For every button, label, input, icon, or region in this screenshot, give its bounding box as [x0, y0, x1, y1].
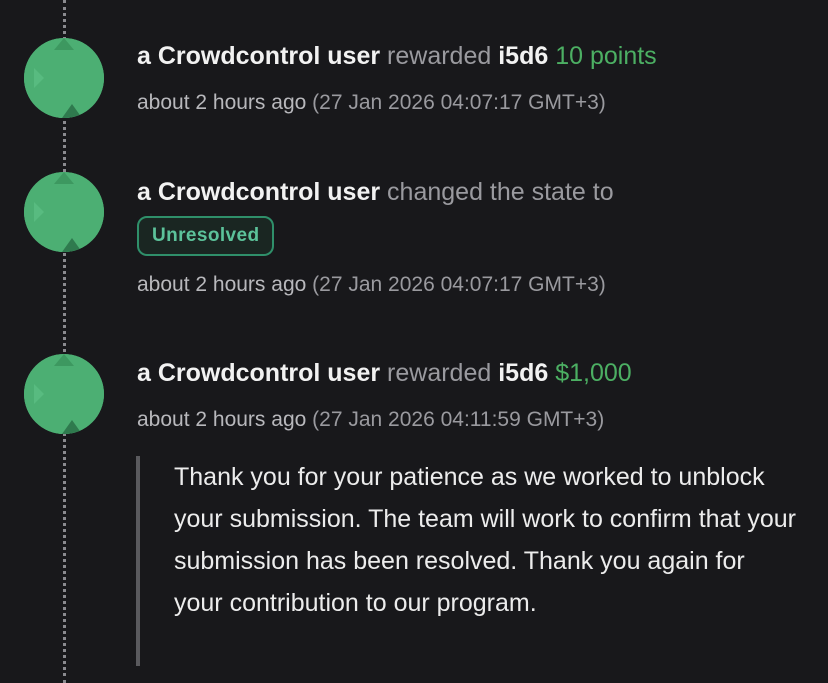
user-avatar[interactable] — [24, 38, 104, 118]
timestamp-absolute: (27 Jan 2026 04:07:17 GMT+3) — [312, 91, 606, 114]
reward-comment: Thank you for your patience as we worked… — [136, 456, 796, 666]
action-text: rewarded — [387, 359, 492, 387]
timestamp-relative: about 2 hours ago — [137, 273, 307, 296]
avatar-geometric-icon — [24, 38, 104, 118]
timestamp-relative: about 2 hours ago — [137, 91, 307, 114]
timestamp-absolute: (27 Jan 2026 04:11:59 GMT+3) — [312, 408, 605, 431]
user-avatar[interactable] — [24, 172, 104, 252]
action-text: changed the state to — [387, 178, 614, 206]
target-name[interactable]: i5d6 — [498, 359, 548, 387]
reward-amount: 10 points — [555, 42, 657, 70]
actor-name[interactable]: a Crowdcontrol user — [137, 178, 380, 206]
avatar-geometric-icon — [24, 354, 104, 434]
avatar-geometric-icon — [24, 172, 104, 252]
actor-name[interactable]: a Crowdcontrol user — [137, 42, 380, 70]
actor-name[interactable]: a Crowdcontrol user — [137, 359, 380, 387]
timestamp: about 2 hours ago (27 Jan 2026 04:11:59 … — [137, 407, 604, 433]
timestamp-absolute: (27 Jan 2026 04:07:17 GMT+3) — [312, 273, 606, 296]
reward-amount: $1,000 — [555, 359, 632, 387]
timestamp: about 2 hours ago (27 Jan 2026 04:07:17 … — [137, 90, 606, 116]
timestamp: about 2 hours ago (27 Jan 2026 04:07:17 … — [137, 272, 606, 298]
target-name[interactable]: i5d6 — [498, 42, 548, 70]
user-avatar[interactable] — [24, 354, 104, 434]
timestamp-relative: about 2 hours ago — [137, 408, 307, 431]
state-badge: Unresolved — [137, 216, 275, 256]
action-text: rewarded — [387, 42, 492, 70]
